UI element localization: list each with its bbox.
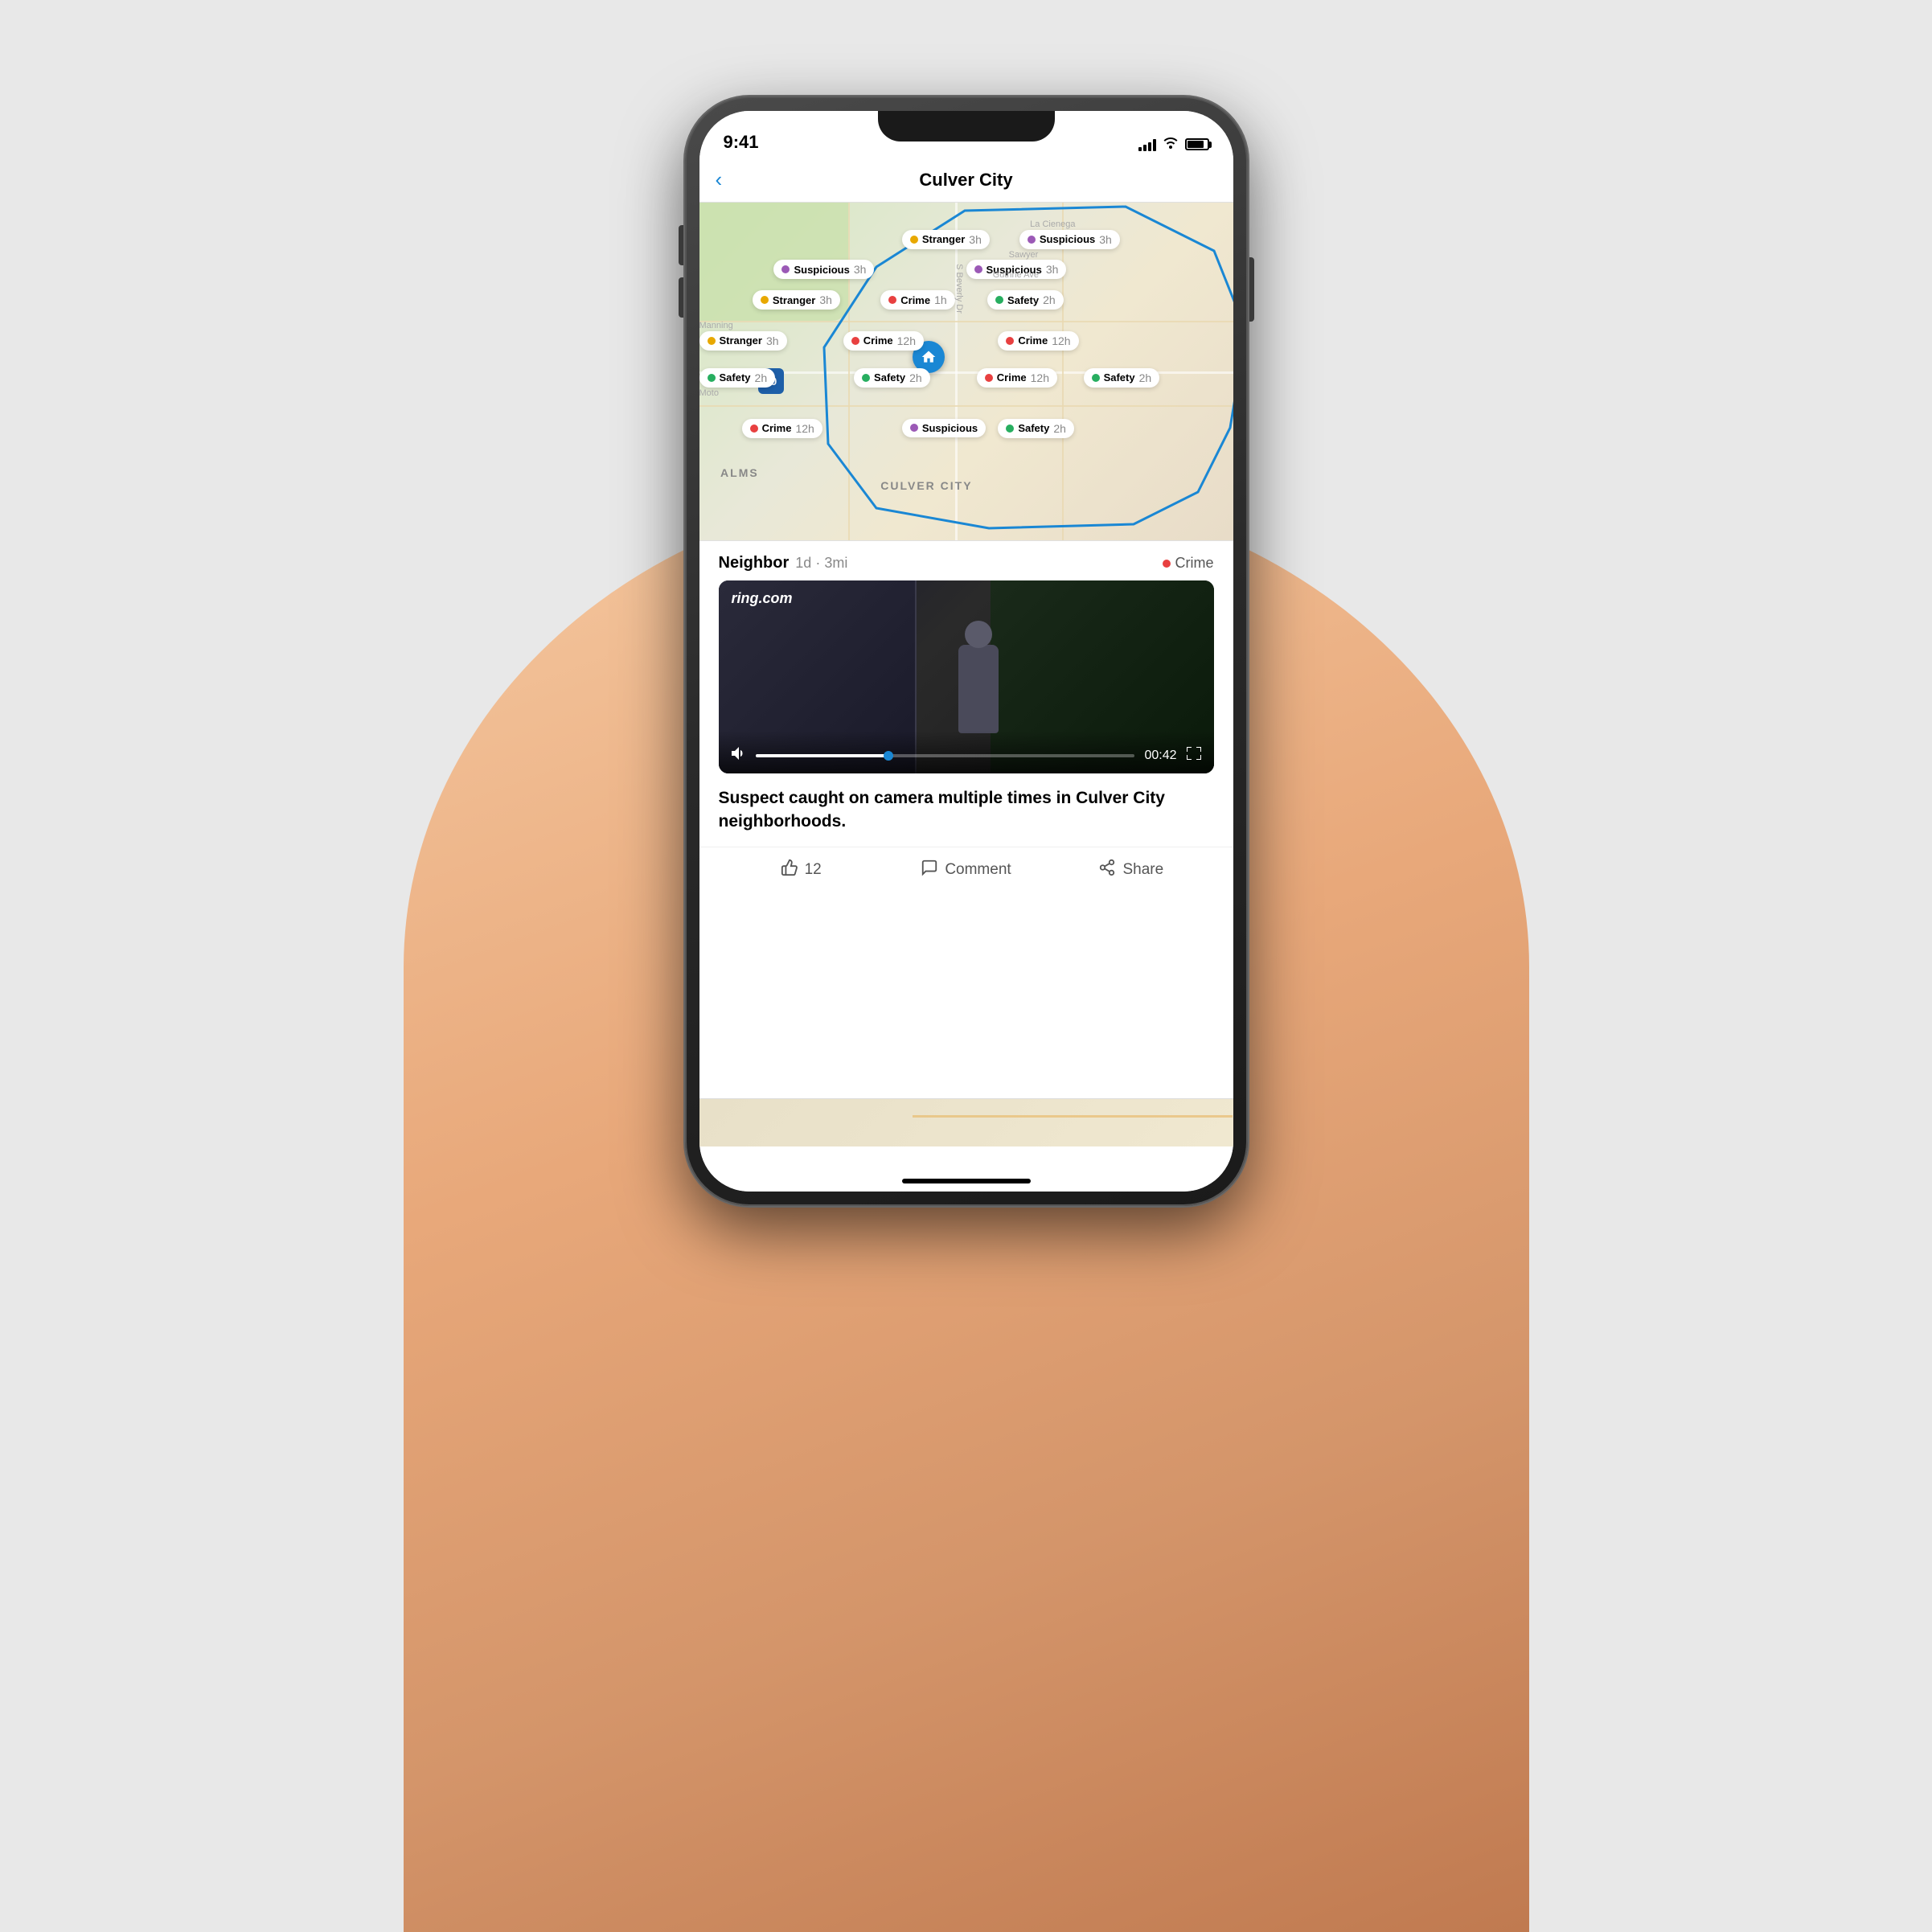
notch bbox=[878, 111, 1055, 142]
card-actions: 12 Comment bbox=[699, 847, 1233, 897]
map-pin-safety-1[interactable]: Safety 2h bbox=[987, 290, 1064, 310]
road-v2 bbox=[848, 203, 850, 540]
road-h3 bbox=[699, 405, 1233, 407]
comment-button[interactable]: Comment bbox=[884, 859, 1048, 881]
card-description: Suspect caught on camera multiple times … bbox=[699, 773, 1233, 847]
road-v3 bbox=[1062, 203, 1064, 540]
guthrie-label: Guthrie Ave bbox=[993, 270, 1039, 280]
signal-icon bbox=[1138, 138, 1156, 151]
card-source: Neighbor bbox=[719, 554, 790, 572]
wifi-icon bbox=[1163, 136, 1179, 153]
map-label-alms: ALMS bbox=[720, 466, 759, 479]
map-pin-crime-3[interactable]: Crime 12h bbox=[998, 331, 1078, 351]
map-pin-suspicious-4[interactable]: Suspicious bbox=[902, 419, 986, 437]
map-pin-crime-5[interactable]: Crime 12h bbox=[742, 419, 822, 438]
volume-icon[interactable] bbox=[732, 747, 746, 764]
power-button[interactable] bbox=[1249, 257, 1254, 322]
beverly-dr-label: S Beverly Dr bbox=[954, 264, 964, 314]
video-time: 00:42 bbox=[1144, 749, 1176, 763]
map-pin-crime-1[interactable]: Crime 1h bbox=[880, 290, 954, 310]
category-dot bbox=[1163, 560, 1171, 568]
map-pin-safety-5[interactable]: Safety 2h bbox=[998, 419, 1074, 438]
video-progress-thumb[interactable] bbox=[884, 751, 893, 761]
bottom-home-area bbox=[699, 1146, 1233, 1192]
card-time: 1d · 3mi bbox=[795, 555, 847, 572]
scene: 9:41 bbox=[0, 0, 1932, 1932]
map-pin-suspicious-1[interactable]: Suspicious 3h bbox=[1019, 230, 1120, 249]
app-header: ‹ Culver City bbox=[699, 158, 1233, 203]
status-time: 9:41 bbox=[724, 132, 759, 153]
map-pin-stranger-3[interactable]: Stranger 3h bbox=[699, 331, 787, 351]
map-pin-stranger-2[interactable]: Stranger 3h bbox=[753, 290, 840, 310]
sawyer-label: Sawyer bbox=[1009, 250, 1039, 260]
card-meta-left: Neighbor 1d · 3mi bbox=[719, 554, 848, 572]
phone-device: 9:41 bbox=[685, 96, 1248, 1206]
share-button[interactable]: Share bbox=[1048, 859, 1213, 881]
like-count: 12 bbox=[805, 861, 822, 879]
video-progress-fill bbox=[756, 754, 888, 757]
video-player[interactable]: ring.com 00:42 bbox=[719, 580, 1214, 773]
page-title: Culver City bbox=[919, 170, 1012, 191]
card-category: Crime bbox=[1163, 555, 1214, 572]
comment-icon bbox=[921, 859, 938, 881]
share-label: Share bbox=[1122, 861, 1163, 879]
map-pin-crime-4[interactable]: Crime 12h bbox=[977, 368, 1057, 388]
like-icon bbox=[781, 859, 798, 881]
phone-screen: 9:41 bbox=[699, 111, 1233, 1192]
fullscreen-icon[interactable] bbox=[1187, 747, 1201, 764]
map-pin-safety-4[interactable]: Safety 2h bbox=[1084, 368, 1160, 388]
map-pin-crime-2[interactable]: Crime 12h bbox=[843, 331, 924, 351]
comment-label: Comment bbox=[945, 861, 1011, 879]
map-label-culver-city: CULVER CITY bbox=[880, 479, 972, 492]
video-progress-bar[interactable] bbox=[756, 754, 1135, 757]
status-icons bbox=[1138, 136, 1209, 153]
back-button[interactable]: ‹ bbox=[716, 167, 723, 192]
volume-down-button[interactable] bbox=[679, 277, 683, 318]
category-label: Crime bbox=[1175, 555, 1214, 572]
map-pin-stranger-1[interactable]: Stranger 3h bbox=[902, 230, 990, 249]
map-pin-safety-2[interactable]: Safety 2h bbox=[699, 368, 776, 388]
feed-card: Neighbor 1d · 3mi Crime bbox=[699, 540, 1233, 897]
ring-logo: ring.com bbox=[732, 590, 793, 607]
road-h2 bbox=[699, 321, 1233, 322]
bottom-map-peek bbox=[699, 1098, 1233, 1146]
volume-up-button[interactable] bbox=[679, 225, 683, 265]
map-area[interactable]: Stranger 3h Suspicious 3h Suspicious 3h bbox=[699, 203, 1233, 540]
home-indicator bbox=[902, 1179, 1031, 1183]
battery-icon bbox=[1185, 138, 1209, 150]
video-controls[interactable]: 00:42 bbox=[719, 731, 1214, 773]
card-meta: Neighbor 1d · 3mi Crime bbox=[699, 541, 1233, 580]
share-icon bbox=[1098, 859, 1116, 881]
la-cienega-label: La Cienega bbox=[1030, 219, 1075, 229]
map-pin-safety-3[interactable]: Safety 2h bbox=[854, 368, 930, 388]
like-button[interactable]: 12 bbox=[719, 859, 884, 881]
moto-label: Moto bbox=[699, 388, 719, 398]
phone-frame: 9:41 bbox=[685, 96, 1248, 1206]
map-pin-suspicious-2[interactable]: Suspicious 3h bbox=[773, 260, 874, 279]
manning-label: Manning bbox=[699, 321, 733, 330]
